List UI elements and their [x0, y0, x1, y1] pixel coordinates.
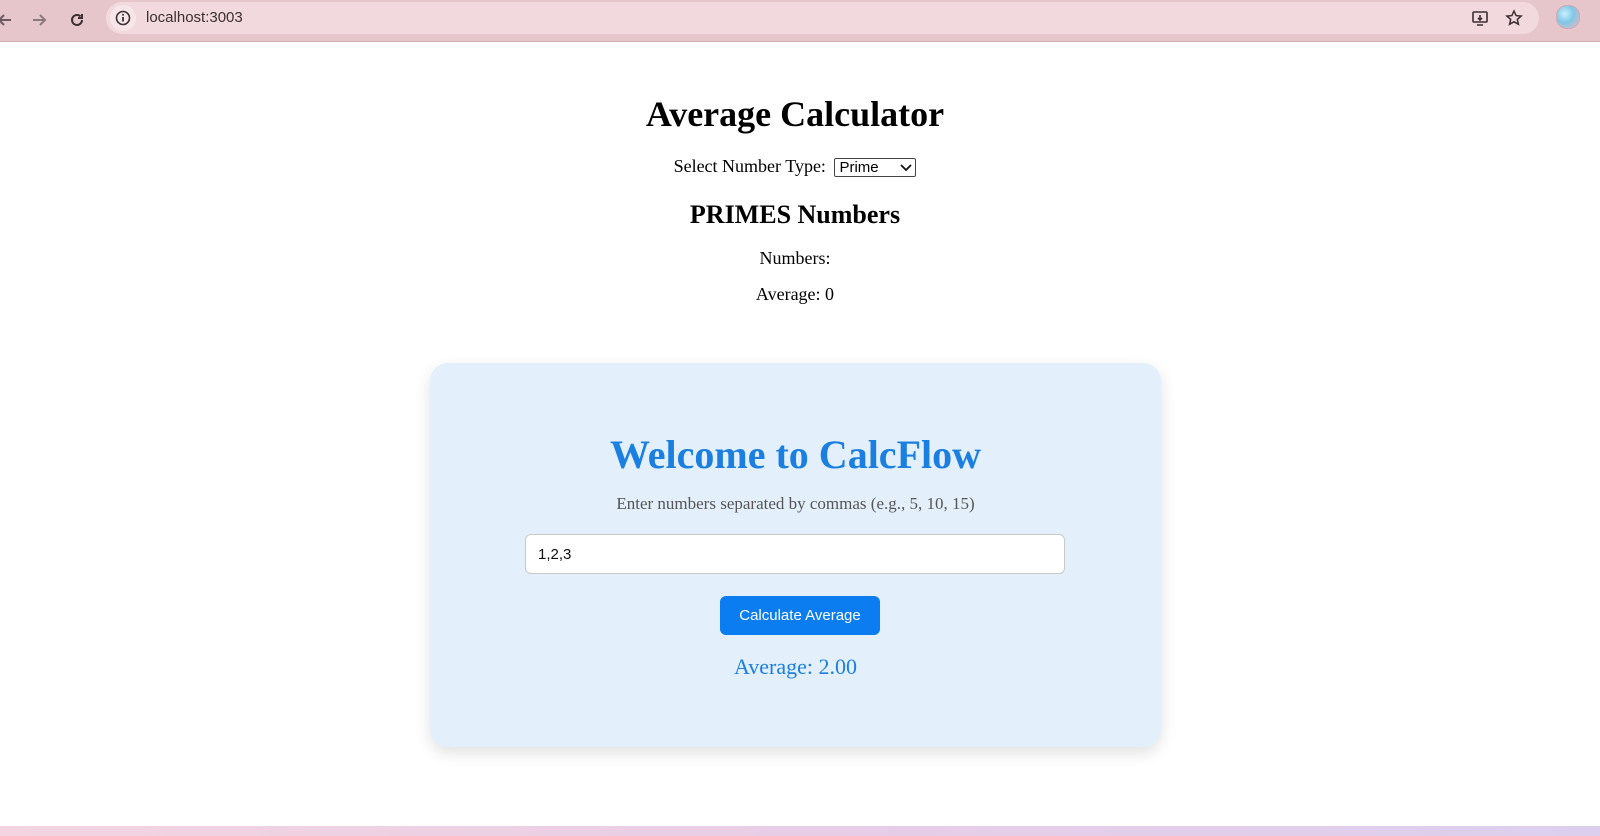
install-app-icon[interactable]: [1470, 8, 1490, 28]
numbers-input[interactable]: [525, 534, 1065, 574]
chevron-down-icon: [900, 164, 913, 172]
address-bar[interactable]: localhost:3003: [106, 2, 1539, 34]
average-label: Average: 0: [755, 284, 835, 304]
info-icon[interactable]: [110, 5, 136, 31]
calculate-average-button[interactable]: Calculate Average: [720, 596, 880, 635]
taskbar-edge: [0, 826, 1600, 836]
page-title: Average Calculator: [645, 94, 945, 134]
calcflow-card: Welcome to CalcFlow Enter numbers separa…: [430, 363, 1161, 747]
number-type-selected: Prime: [839, 159, 879, 177]
browser-toolbar: localhost:3003: [0, 0, 1600, 42]
profile-avatar-icon[interactable]: [1556, 5, 1580, 29]
section-heading: PRIMES Numbers: [689, 200, 901, 229]
number-type-row: Select Number Type: Prime: [0, 156, 1590, 178]
card-subtitle: Enter numbers separated by commas (e.g.,…: [616, 494, 975, 513]
card-title: Welcome to CalcFlow: [610, 432, 981, 477]
url-text[interactable]: localhost:3003: [146, 9, 243, 26]
number-type-label: Select Number Type:: [673, 156, 826, 176]
numbers-label: Numbers:: [759, 248, 831, 268]
bookmark-star-icon[interactable]: [1504, 8, 1524, 28]
reload-icon[interactable]: [64, 7, 90, 33]
number-type-select[interactable]: Prime: [834, 158, 917, 178]
average-result: Average: 2.00: [734, 654, 857, 679]
page-content: Average Calculator Select Number Type: P…: [0, 42, 1600, 826]
forward-arrow-icon[interactable]: [26, 7, 52, 33]
back-arrow-icon[interactable]: [0, 7, 18, 33]
